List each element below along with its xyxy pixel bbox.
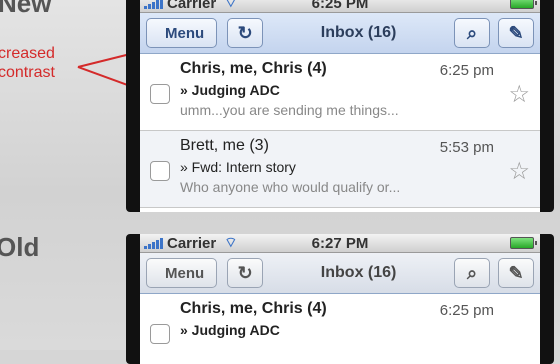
list-item[interactable]: Brett, me (3) 5:53 pm » Fwd: Intern stor… bbox=[140, 131, 540, 208]
message-checkbox[interactable] bbox=[150, 84, 170, 104]
new-screen: Carrier ⌔ 6:25 PM Menu ↻ Inbox (16) ⌕ ✎ … bbox=[140, 0, 540, 212]
battery-icon bbox=[510, 0, 537, 9]
search-button[interactable]: ⌕ bbox=[454, 258, 490, 288]
message-from: Chris, me, Chris (4) bbox=[180, 300, 327, 317]
status-time: 6:27 PM bbox=[311, 234, 369, 252]
new-label: New bbox=[0, 0, 52, 18]
battery-icon bbox=[510, 237, 537, 249]
search-icon: ⌕ bbox=[466, 22, 478, 43]
message-from: Chris, me, Chris (4) bbox=[180, 60, 327, 77]
status-bar: Carrier ⌔ 6:27 PM bbox=[140, 234, 540, 253]
menu-button[interactable]: Menu bbox=[146, 18, 218, 48]
message-snippet: umm...you are sending me things... bbox=[180, 102, 399, 118]
search-icon: ⌕ bbox=[466, 262, 478, 283]
list-item[interactable]: Chris, me, Chris (4) 6:25 pm » Judging A… bbox=[140, 54, 540, 131]
refresh-icon: ↻ bbox=[237, 22, 253, 43]
refresh-button[interactable]: ↻ bbox=[227, 258, 264, 288]
status-bar: Carrier ⌔ 6:25 PM bbox=[140, 0, 540, 13]
star-icon[interactable]: ☆ bbox=[508, 157, 530, 186]
message-time: 6:25 pm bbox=[439, 302, 494, 319]
message-subject: » Judging ADC bbox=[180, 82, 280, 98]
menu-button[interactable]: Menu bbox=[146, 258, 218, 288]
inbox-title: Inbox (16) bbox=[320, 264, 397, 281]
list-item[interactable]: Chris, me, Chris (4) 6:25 pm » Judging A… bbox=[140, 294, 540, 364]
message-snippet: Who anyone who would qualify or... bbox=[180, 179, 401, 195]
status-time: 6:25 PM bbox=[311, 0, 369, 12]
nav-bar: Menu ↻ Inbox (16) ⌕ ✎ bbox=[140, 253, 540, 294]
message-checkbox[interactable] bbox=[150, 324, 170, 344]
compose-button[interactable]: ✎ bbox=[498, 258, 534, 288]
old-screen: Carrier ⌔ 6:27 PM Menu ↻ Inbox (16) ⌕ ✎ … bbox=[140, 234, 540, 364]
message-subject: » Judging ADC bbox=[180, 322, 280, 338]
message-subject: » Fwd: Intern story bbox=[180, 159, 296, 175]
compose-icon: ✎ bbox=[508, 22, 524, 43]
refresh-icon: ↻ bbox=[237, 262, 253, 283]
annotation-line-2: contrast bbox=[0, 64, 55, 81]
inbox-title: Inbox (16) bbox=[320, 24, 397, 41]
annotation-line-1: creased bbox=[0, 45, 55, 62]
annotation-note: creased contrast bbox=[0, 44, 55, 82]
message-from: Brett, me (3) bbox=[180, 137, 269, 154]
compose-icon: ✎ bbox=[508, 262, 524, 283]
star-icon[interactable]: ☆ bbox=[508, 80, 530, 109]
compose-button[interactable]: ✎ bbox=[498, 18, 534, 48]
message-checkbox[interactable] bbox=[150, 161, 170, 181]
search-button[interactable]: ⌕ bbox=[454, 18, 490, 48]
old-label: Old bbox=[0, 232, 40, 262]
nav-bar: Menu ↻ Inbox (16) ⌕ ✎ bbox=[140, 13, 540, 54]
old-phone: Carrier ⌔ 6:27 PM Menu ↻ Inbox (16) ⌕ ✎ … bbox=[126, 234, 554, 364]
new-phone: Carrier ⌔ 6:25 PM Menu ↻ Inbox (16) ⌕ ✎ … bbox=[126, 0, 554, 212]
message-time: 6:25 pm bbox=[439, 62, 494, 79]
message-time: 5:53 pm bbox=[439, 139, 494, 156]
refresh-button[interactable]: ↻ bbox=[227, 18, 264, 48]
